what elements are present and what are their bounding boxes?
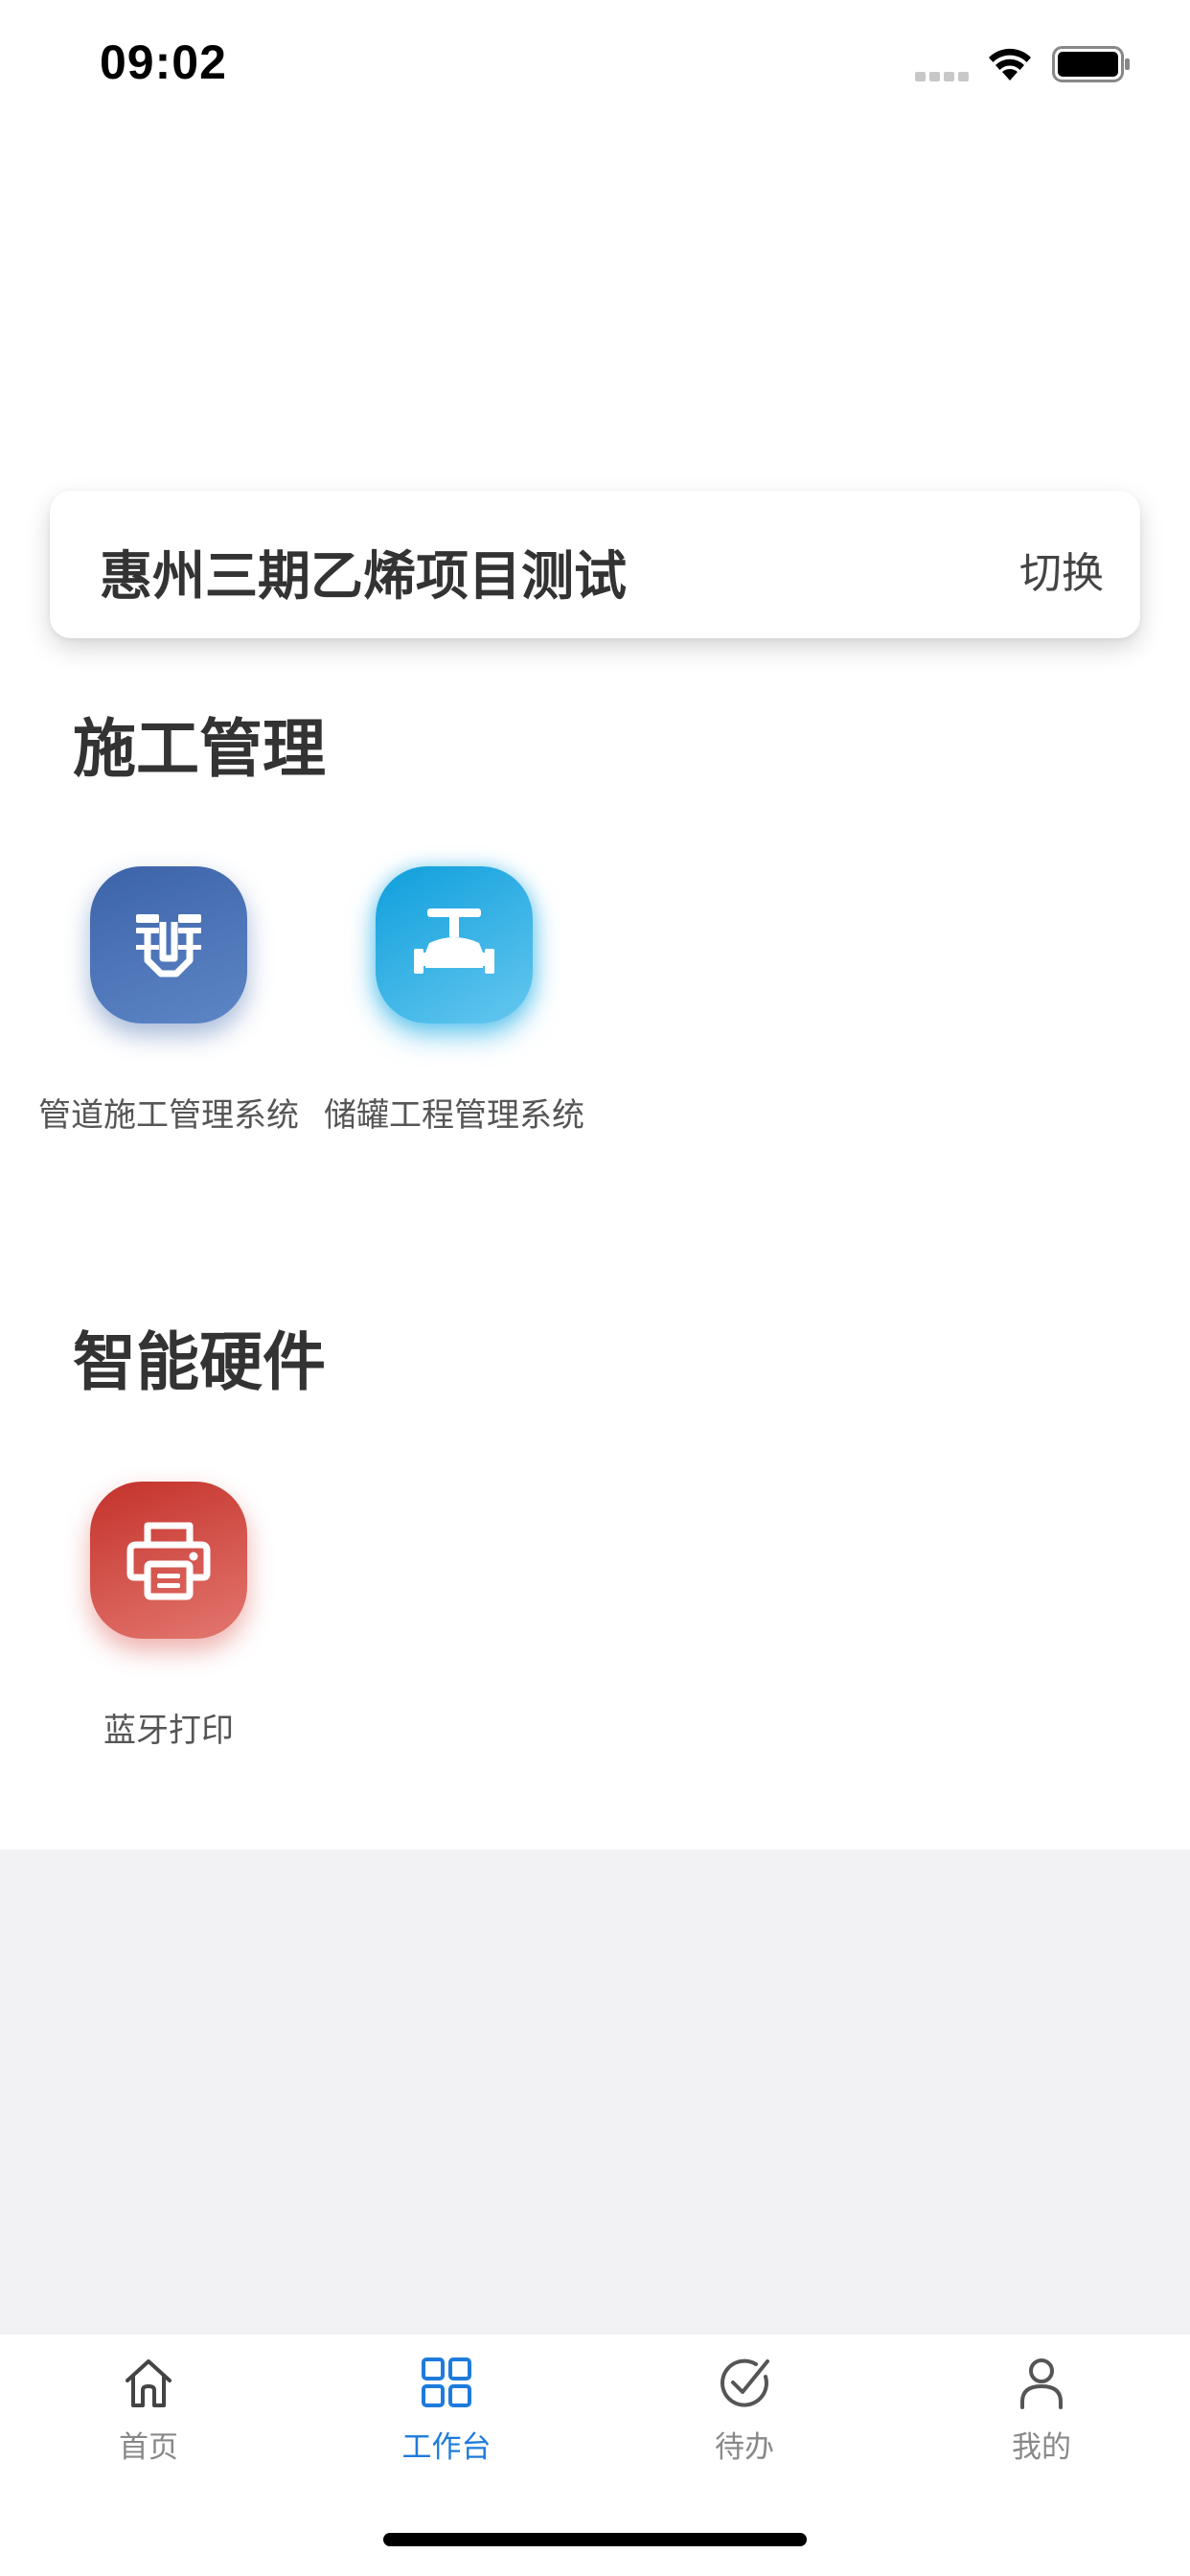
valve-icon (376, 866, 533, 1024)
app-bluetooth-print[interactable]: 蓝牙打印 (25, 1482, 312, 1760)
tab-label: 我的 (1012, 2430, 1071, 2465)
project-selector-card: 惠州三期乙烯项目测试 切换 (50, 491, 1140, 638)
home-indicator (383, 2533, 807, 2546)
user-icon (1020, 2358, 1063, 2409)
project-name: 惠州三期乙烯项目测试 (100, 545, 628, 607)
status-time: 09:02 (100, 35, 227, 89)
printer-icon (90, 1482, 247, 1639)
tab-todo[interactable]: 待办 (649, 2354, 840, 2497)
section-title-construction: 施工管理 (73, 712, 326, 786)
battery-icon (1052, 46, 1130, 82)
app-label: 储罐工程管理系统 (324, 1096, 584, 1135)
tab-workbench[interactable]: 工作台 (351, 2354, 542, 2497)
switch-project-button[interactable]: 切换 (1019, 539, 1104, 600)
home-icon (126, 2359, 172, 2407)
tab-label: 工作台 (401, 2430, 492, 2465)
app-label: 蓝牙打印 (103, 1712, 234, 1750)
check-circle-icon (720, 2358, 769, 2407)
status-bar: 09:02 (0, 0, 1190, 134)
tab-label: 待办 (715, 2430, 774, 2465)
app-pipe-construction[interactable]: 管道施工管理系统 (25, 866, 312, 1144)
section-title-smart-hardware: 智能硬件 (73, 1325, 326, 1399)
grid-icon (422, 2358, 471, 2407)
app-tank-engineering[interactable]: 储罐工程管理系统 (310, 866, 598, 1144)
wifi-icon (989, 48, 1031, 80)
tab-mine[interactable]: 我的 (946, 2354, 1137, 2497)
cellular-signal-icon (915, 72, 969, 81)
tab-label: 首页 (119, 2430, 178, 2465)
tab-home[interactable]: 首页 (53, 2354, 244, 2497)
pipe-icon (90, 866, 247, 1024)
